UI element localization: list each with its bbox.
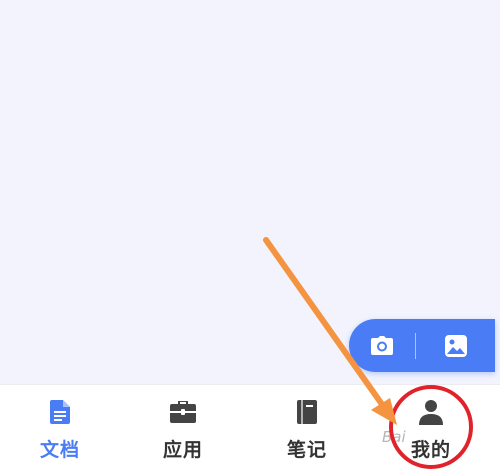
- gallery-button[interactable]: [416, 319, 495, 372]
- scan-action-bar: [349, 319, 495, 372]
- briefcase-icon: [170, 401, 196, 423]
- annotation-circle: [389, 385, 473, 469]
- tab-apps[interactable]: 应用: [128, 385, 238, 474]
- tab-docs[interactable]: 文档: [5, 385, 115, 474]
- tab-docs-label: 文档: [39, 439, 80, 461]
- tab-apps-label: 应用: [162, 439, 203, 461]
- camera-icon: [371, 335, 393, 355]
- tab-notes[interactable]: 笔记: [252, 385, 362, 474]
- tab-notes-label: 笔记: [286, 439, 327, 461]
- image-icon: [444, 334, 467, 357]
- document-icon: [50, 400, 70, 424]
- notebook-icon: [297, 400, 317, 424]
- camera-button[interactable]: [349, 319, 415, 372]
